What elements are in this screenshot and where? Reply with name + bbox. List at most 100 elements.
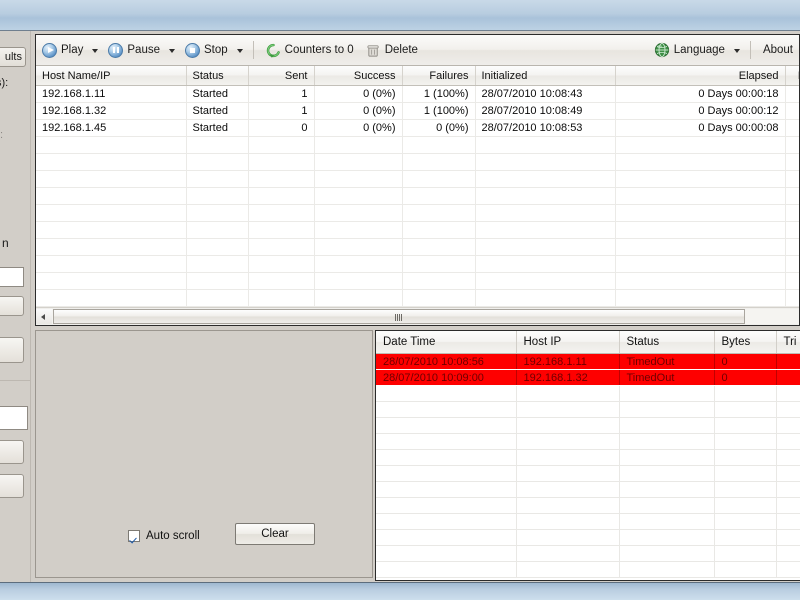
log-column-header[interactable]: Bytes bbox=[714, 331, 777, 354]
hosts-column-header[interactable]: Status bbox=[186, 66, 249, 86]
log-cell-empty bbox=[376, 449, 517, 466]
log-cell-empty bbox=[776, 417, 800, 434]
sidebar-button-2[interactable] bbox=[0, 440, 24, 464]
log-cell-empty bbox=[776, 481, 800, 498]
hosts-column-header[interactable]: Elapsed bbox=[615, 66, 786, 86]
main-content: Play Pause Stop Counters to 0 Delete Lan… bbox=[31, 31, 800, 582]
hscrollbar-grip-icon bbox=[395, 314, 403, 321]
log-cell-empty bbox=[714, 545, 777, 562]
hosts-cell-empty bbox=[248, 221, 315, 239]
sidebar-button-3[interactable] bbox=[0, 474, 24, 498]
hosts-cell-empty bbox=[402, 289, 476, 307]
sidebar-dropdown-1[interactable] bbox=[0, 296, 24, 316]
hscrollbar-thumb[interactable] bbox=[53, 309, 745, 324]
log-cell-empty bbox=[516, 465, 620, 482]
language-button[interactable]: Language bbox=[649, 38, 730, 62]
log-cell: TimedOut bbox=[619, 353, 715, 370]
log-cell-empty bbox=[516, 449, 620, 466]
log-row-empty bbox=[376, 433, 800, 450]
log-cell-empty bbox=[376, 513, 517, 530]
auto-scroll-checkbox[interactable] bbox=[128, 530, 140, 542]
auto-scroll-row[interactable]: Auto scroll bbox=[128, 530, 200, 542]
hosts-cell: 0 (0%) bbox=[314, 85, 403, 103]
log-grid: Date Time Host IP Status Bytes Tri 28/07/201… bbox=[376, 331, 800, 578]
hosts-cell: 1 bbox=[248, 102, 315, 120]
table-row-empty bbox=[36, 255, 799, 273]
hosts-cell-empty bbox=[475, 136, 616, 154]
sidebar-results-button[interactable]: ults bbox=[0, 47, 26, 67]
hosts-cell-empty bbox=[615, 272, 786, 290]
stop-dropdown-caret-icon[interactable] bbox=[235, 40, 246, 60]
log-cell: 192.168.1.32 bbox=[516, 369, 620, 386]
hscrollbar-track[interactable] bbox=[52, 309, 799, 324]
log-cell-empty bbox=[619, 545, 715, 562]
hosts-cell-empty bbox=[36, 221, 187, 239]
sidebar-text-input-1[interactable] bbox=[0, 267, 24, 287]
table-row[interactable]: 192.168.1.11 Started 1 0 (0%) 1 (100%) 28/07/… bbox=[36, 85, 799, 103]
pause-button[interactable]: Pause bbox=[103, 38, 165, 62]
log-column-header[interactable]: Status bbox=[619, 331, 715, 354]
log-cell-empty bbox=[714, 561, 777, 578]
sidebar-text-input-2[interactable] bbox=[0, 406, 28, 430]
log-row[interactable]: 28/07/2010 10:08:56 192.168.1.11 TimedOut 0 bbox=[376, 353, 800, 370]
hosts-cell-empty bbox=[314, 255, 403, 273]
hosts-cell-empty bbox=[36, 187, 187, 205]
hosts-cell-empty bbox=[248, 187, 315, 205]
hosts-cell-empty bbox=[475, 221, 616, 239]
table-row[interactable]: 192.168.1.32 Started 1 0 (0%) 1 (100%) 28/07/… bbox=[36, 102, 799, 120]
log-row-empty bbox=[376, 401, 800, 418]
hosts-cell-empty bbox=[615, 255, 786, 273]
hosts-column-header[interactable]: Failures bbox=[402, 66, 476, 86]
hosts-cell-empty bbox=[475, 170, 616, 188]
play-dropdown-caret-icon[interactable] bbox=[90, 40, 101, 60]
clear-button[interactable]: Clear bbox=[235, 523, 315, 545]
hosts-column-header[interactable]: Initialized bbox=[475, 66, 616, 86]
hosts-cell-empty bbox=[36, 289, 187, 307]
hosts-column-header[interactable]: Sent bbox=[248, 66, 315, 86]
about-button-label: About bbox=[762, 44, 793, 56]
table-row[interactable]: 192.168.1.45 Started 0 0 (0%) 0 (0%) 28/07/20… bbox=[36, 119, 799, 137]
log-cell-empty bbox=[516, 561, 620, 578]
about-button[interactable]: About bbox=[758, 38, 798, 62]
log-row-empty bbox=[376, 385, 800, 402]
language-dropdown-caret-icon[interactable] bbox=[732, 40, 743, 60]
hosts-cell-empty bbox=[186, 153, 249, 171]
log-cell-empty bbox=[516, 545, 620, 562]
hosts-column-header[interactable]: Min Time bbox=[785, 66, 799, 86]
log-grid-header: Date Time Host IP Status Bytes Tri bbox=[376, 331, 800, 354]
hosts-cell-empty bbox=[402, 221, 476, 239]
log-column-header[interactable]: Host IP bbox=[516, 331, 620, 354]
log-cell-empty bbox=[776, 561, 800, 578]
log-cell-empty bbox=[619, 465, 715, 482]
log-cell-empty bbox=[516, 481, 620, 498]
hosts-cell-empty bbox=[314, 204, 403, 222]
play-button[interactable]: Play bbox=[37, 38, 88, 62]
pause-button-label: Pause bbox=[127, 44, 160, 56]
log-cell-empty bbox=[516, 529, 620, 546]
delete-button[interactable]: Delete bbox=[361, 38, 423, 62]
scroll-left-arrow-icon[interactable] bbox=[36, 309, 52, 324]
sidebar-button-1[interactable] bbox=[0, 337, 24, 363]
hosts-column-header[interactable]: Success bbox=[314, 66, 403, 86]
hosts-cell-empty bbox=[785, 153, 799, 171]
stop-button[interactable]: Stop bbox=[180, 38, 233, 62]
log-column-header[interactable]: Date Time bbox=[376, 331, 517, 354]
counters-to-zero-label: Counters to 0 bbox=[284, 44, 354, 56]
hosts-grid-hscrollbar[interactable] bbox=[36, 307, 799, 325]
delete-button-label: Delete bbox=[384, 44, 418, 56]
hosts-cell-empty bbox=[475, 289, 616, 307]
log-cell-empty bbox=[776, 433, 800, 450]
hosts-cell-empty bbox=[314, 221, 403, 239]
hosts-column-header[interactable]: Host Name/IP bbox=[36, 66, 187, 86]
hosts-cell-empty bbox=[402, 170, 476, 188]
log-cell-empty bbox=[776, 385, 800, 402]
hosts-cell-empty bbox=[36, 272, 187, 290]
hosts-cell-empty bbox=[186, 136, 249, 154]
log-column-header[interactable]: Tri bbox=[776, 331, 800, 354]
main-toolbar: Play Pause Stop Counters to 0 Delete Lan… bbox=[36, 35, 799, 66]
counters-to-zero-button[interactable]: Counters to 0 bbox=[261, 38, 359, 62]
log-row[interactable]: 28/07/2010 10:09:00 192.168.1.32 TimedOut 0 bbox=[376, 369, 800, 386]
hosts-cell-empty bbox=[475, 255, 616, 273]
log-cell-empty bbox=[714, 529, 777, 546]
pause-dropdown-caret-icon[interactable] bbox=[167, 40, 178, 60]
